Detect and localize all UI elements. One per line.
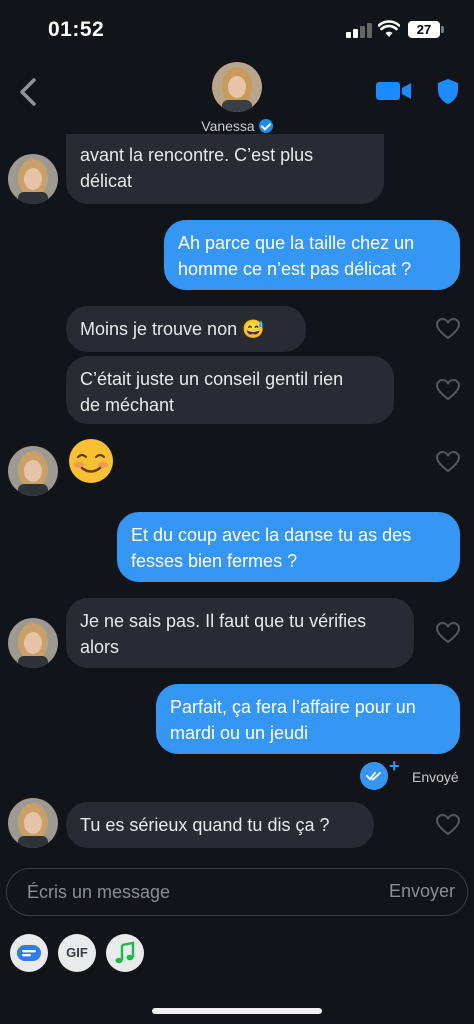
- back-icon[interactable]: [14, 76, 42, 108]
- message-text: Je ne sais pas. Il faut que tu vérifies: [80, 611, 367, 631]
- music-button[interactable]: [106, 934, 144, 972]
- message-text: délicat: [80, 171, 133, 191]
- message-bubble-incoming[interactable]: Tu es sérieux quand tu dis ça ?: [66, 802, 374, 848]
- verified-badge-icon: [258, 119, 273, 133]
- message-text: Et du coup avec la danse tu as des: [131, 525, 412, 545]
- message-composer: Envoyer: [6, 868, 468, 916]
- message-bubble-outgoing[interactable]: Et du coup avec la danse tu as des fesse…: [117, 512, 460, 582]
- message-text: mardi ou un jeudi: [170, 723, 309, 743]
- heart-icon[interactable]: [436, 318, 460, 340]
- message-text: C’était juste un conseil gentil rien: [80, 369, 344, 389]
- avatar[interactable]: [8, 446, 58, 496]
- delivery-status: + Envoyé: [360, 756, 470, 790]
- message-bubble-incoming[interactable]: Moins je trouve non 😅: [66, 306, 306, 352]
- message-text: fesses bien fermes ?: [131, 551, 298, 571]
- message-text: homme ce n’est pas délicat ?: [178, 259, 412, 279]
- plus-icon: +: [389, 756, 400, 776]
- signal-icon: [346, 22, 372, 38]
- read-receipt-icon: [360, 762, 388, 790]
- message-text: Parfait, ça fera l’affaire pour un: [170, 697, 416, 717]
- smiling-face-emoji[interactable]: [68, 438, 114, 484]
- music-icon: [115, 941, 135, 964]
- sent-label: Envoyé: [412, 769, 459, 785]
- gif-icon: GIF: [66, 945, 88, 960]
- heart-icon[interactable]: [436, 451, 460, 473]
- sticker-icon: [17, 945, 41, 961]
- avatar[interactable]: [8, 618, 58, 668]
- sticker-button[interactable]: [10, 934, 48, 972]
- battery-tip: [441, 26, 444, 33]
- message-text: Tu es sérieux quand tu dis ça ?: [80, 815, 330, 835]
- status-time: 01:52: [48, 18, 105, 41]
- home-indicator[interactable]: [152, 1008, 322, 1014]
- heart-icon[interactable]: [436, 622, 460, 644]
- message-text: alors: [80, 637, 120, 657]
- message-bubble-incoming[interactable]: Je ne sais pas. Il faut que tu vérifies …: [66, 598, 414, 668]
- battery-icon: 27: [408, 21, 440, 38]
- wifi-icon: [378, 20, 400, 37]
- shield-icon[interactable]: [436, 78, 460, 105]
- heart-icon[interactable]: [436, 379, 460, 401]
- message-text: avant la rencontre. C’est plus: [80, 145, 314, 165]
- message-text: Ah parce que la taille chez un: [178, 233, 415, 253]
- message-bubble-incoming[interactable]: avant la rencontre. C’est plus délicat: [66, 134, 384, 204]
- avatar[interactable]: [212, 62, 262, 112]
- message-bubble-outgoing[interactable]: Ah parce que la taille chez un homme ce …: [164, 220, 460, 290]
- status-bar: 01:52 27: [0, 0, 474, 60]
- message-bubble-outgoing[interactable]: Parfait, ça fera l’affaire pour un mardi…: [156, 684, 460, 754]
- message-text: Moins je trouve non 😅: [80, 319, 265, 339]
- message-text: de méchant: [80, 395, 175, 415]
- chat-header: Vanessa: [0, 58, 474, 142]
- contact-name-label: Vanessa: [201, 118, 255, 134]
- send-button[interactable]: Envoyer: [389, 881, 455, 902]
- heart-icon[interactable]: [436, 814, 460, 836]
- message-bubble-incoming[interactable]: C’était juste un conseil gentil rien de …: [66, 356, 394, 424]
- message-input[interactable]: [27, 869, 367, 915]
- avatar[interactable]: [8, 154, 58, 204]
- avatar[interactable]: [8, 798, 58, 848]
- contact-name[interactable]: Vanessa: [0, 118, 474, 134]
- video-call-icon[interactable]: [376, 80, 412, 102]
- gif-button[interactable]: GIF: [58, 934, 96, 972]
